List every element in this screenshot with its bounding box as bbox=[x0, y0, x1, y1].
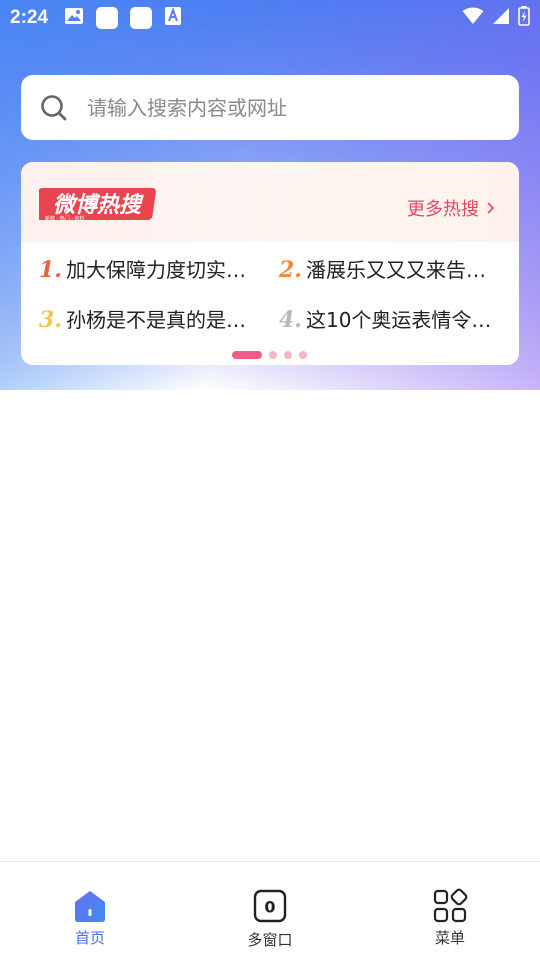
nav-home[interactable]: 首页 bbox=[0, 862, 180, 960]
more-hot-search-link[interactable]: 更多热搜 bbox=[407, 195, 495, 221]
window-count: 0 bbox=[264, 898, 275, 917]
hot-rank: 4. bbox=[279, 307, 302, 333]
carousel-dot[interactable] bbox=[269, 351, 277, 359]
nav-menu[interactable]: 菜单 bbox=[360, 862, 540, 960]
weibo-hot-search-card[interactable]: 微博热搜 新鲜 · 热门 · 有料 更多热搜 1. 加大保障力度切实… 2. 潘… bbox=[21, 162, 519, 365]
hot-title: 加大保障力度切实… bbox=[65, 258, 246, 282]
app-notification-icon bbox=[130, 7, 153, 29]
hot-search-item[interactable]: 3. 孙杨是不是真的是… bbox=[39, 304, 259, 333]
signal-icon bbox=[492, 7, 510, 29]
nav-multi-window[interactable]: 0 多窗口 bbox=[180, 862, 360, 960]
nav-home-label: 首页 bbox=[74, 929, 105, 947]
hot-rank: 1. bbox=[39, 257, 62, 283]
search-input[interactable] bbox=[87, 95, 519, 120]
nav-menu-label: 菜单 bbox=[434, 929, 465, 947]
svg-text:新鲜 · 热门 · 有料: 新鲜 · 热门 · 有料 bbox=[45, 215, 85, 222]
weibo-hot-search-logo[interactable]: 微博热搜 新鲜 · 热门 · 有料 bbox=[39, 184, 159, 224]
gallery-notification-icon bbox=[64, 7, 84, 29]
wifi-icon bbox=[462, 7, 484, 29]
hot-title: 孙杨是不是真的是… bbox=[65, 308, 246, 332]
hot-title: 这10个奥运表情令… bbox=[305, 308, 492, 332]
carousel-dot[interactable] bbox=[299, 351, 307, 359]
bottom-navigation: 首页 0 多窗口 菜单 bbox=[0, 861, 540, 960]
hot-search-item[interactable]: 2. 潘展乐又又又来告… bbox=[279, 254, 499, 283]
search-icon bbox=[41, 94, 67, 120]
battery-icon bbox=[518, 6, 530, 30]
menu-grid-icon bbox=[433, 888, 468, 923]
hot-search-item[interactable]: 4. 这10个奥运表情令… bbox=[279, 304, 499, 333]
home-icon bbox=[75, 891, 105, 922]
translate-notification-icon bbox=[164, 6, 182, 30]
status-time: 2:24 bbox=[10, 7, 49, 28]
carousel-dot[interactable] bbox=[284, 351, 292, 359]
carousel-indicator[interactable] bbox=[232, 351, 307, 359]
window-count-icon: 0 bbox=[253, 889, 287, 923]
hot-rank: 2. bbox=[279, 257, 302, 283]
hot-search-item[interactable]: 1. 加大保障力度切实… bbox=[39, 254, 259, 283]
hot-title: 潘展乐又又又来告… bbox=[305, 258, 486, 282]
more-hot-search-label: 更多热搜 bbox=[407, 199, 479, 220]
status-bar: 2:24 bbox=[0, 0, 540, 36]
chevron-right-icon bbox=[487, 202, 495, 214]
app-notification-icon bbox=[96, 7, 119, 29]
search-bar[interactable] bbox=[21, 75, 519, 140]
svg-text:微博热搜: 微博热搜 bbox=[53, 193, 144, 218]
nav-multi-window-label: 多窗口 bbox=[247, 931, 293, 949]
carousel-dot-active[interactable] bbox=[232, 351, 262, 359]
hot-rank: 3. bbox=[39, 307, 62, 333]
